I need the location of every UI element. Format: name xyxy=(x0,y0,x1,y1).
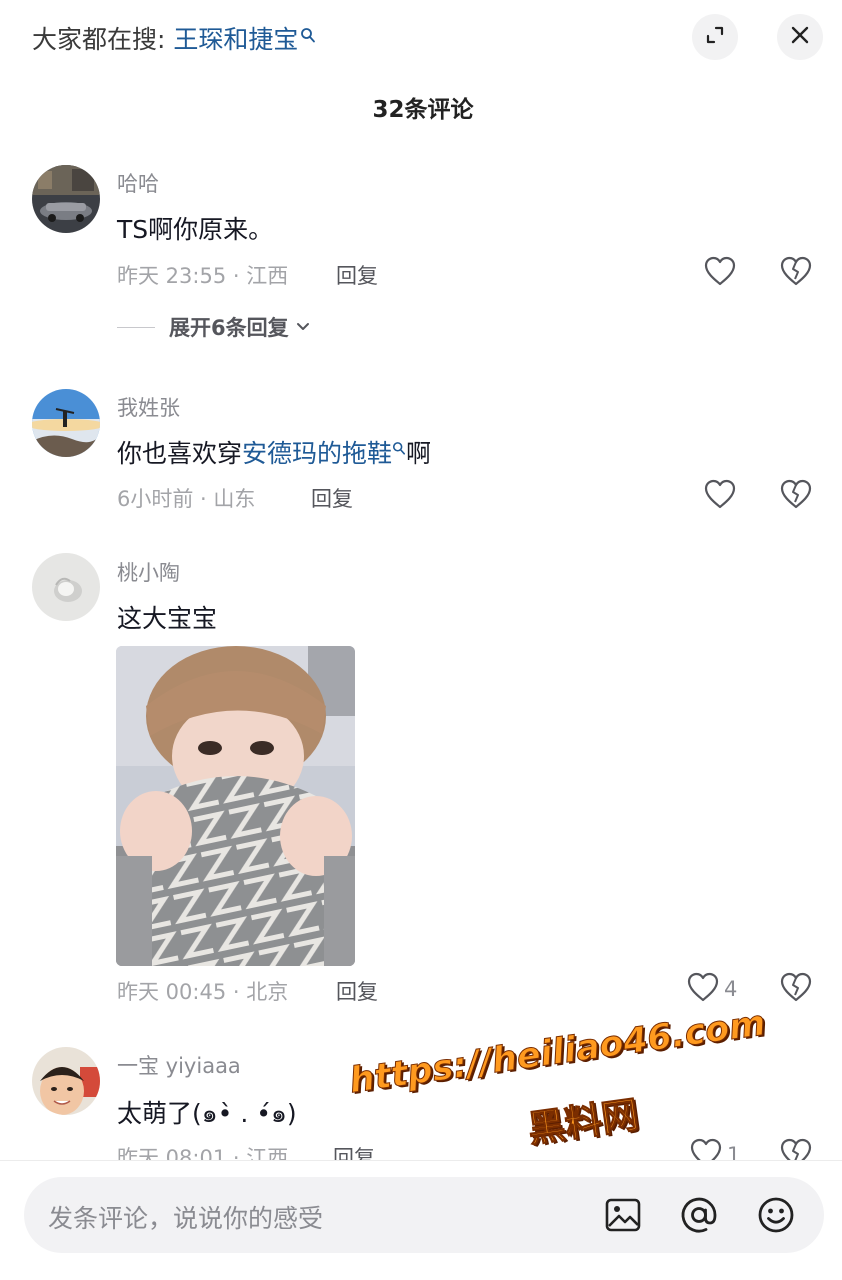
expand-replies-button[interactable]: 展开6条回复 xyxy=(117,312,311,342)
emoji-icon xyxy=(756,1197,796,1239)
comment-input-placeholder: 发条评论，说说你的感受 xyxy=(48,1204,324,1233)
comment-text: TS啊你原来。 xyxy=(117,215,274,244)
dislike-button[interactable] xyxy=(779,971,815,1007)
search-hint-keyword[interactable]: 王琛和捷宝 xyxy=(173,25,298,54)
comment-username[interactable]: 我姓张 xyxy=(117,392,180,422)
heart-icon xyxy=(703,255,737,291)
comment-username[interactable]: 一宝 yiyiaaa xyxy=(117,1050,241,1080)
comment-text: 你也喜欢穿安德玛的拖鞋啊 xyxy=(117,434,431,470)
comment-input-bar: 发条评论，说说你的感受 xyxy=(0,1160,842,1280)
comment-count-title: 32条评论 xyxy=(372,97,474,123)
like-button[interactable] xyxy=(703,255,743,291)
broken-heart-icon xyxy=(779,972,813,1007)
comment-input[interactable]: 发条评论，说说你的感受 xyxy=(24,1177,824,1253)
close-icon xyxy=(788,23,812,51)
avatar[interactable] xyxy=(32,1047,100,1115)
image-button[interactable] xyxy=(603,1195,643,1235)
avatar[interactable] xyxy=(32,389,100,457)
emoji-button[interactable] xyxy=(756,1195,796,1235)
expand-button[interactable] xyxy=(692,14,738,60)
search-keyword-link[interactable]: 安德玛的拖鞋 xyxy=(242,439,392,468)
comment-meta: 6小时前 · 山东 xyxy=(117,487,256,511)
watermark-url: https://heiliao46.com xyxy=(347,1003,769,1102)
expand-icon xyxy=(703,23,727,51)
close-button[interactable] xyxy=(777,14,823,60)
mention-button[interactable] xyxy=(679,1195,719,1235)
dislike-button[interactable] xyxy=(779,255,815,291)
like-button[interactable] xyxy=(703,478,743,514)
trending-search-hint[interactable]: 大家都在搜: 王琛和捷宝 xyxy=(32,20,316,56)
chevron-down-icon xyxy=(295,318,311,337)
dislike-button[interactable] xyxy=(779,478,815,514)
image-icon xyxy=(603,1198,643,1239)
comment-text-after: 啊 xyxy=(406,439,432,468)
comment-text-before: 你也喜欢穿 xyxy=(117,439,243,468)
comment-username[interactable]: 哈哈 xyxy=(117,168,159,198)
at-icon xyxy=(679,1197,719,1239)
divider xyxy=(117,326,155,328)
comment-meta: 昨天 23:55 · 江西 xyxy=(117,264,289,288)
watermark-name: 黑料网 xyxy=(525,1092,642,1152)
comment-panel-header: 大家都在搜: 王琛和捷宝 xyxy=(0,0,842,80)
comment-username[interactable]: 桃小陶 xyxy=(117,557,180,587)
reply-button[interactable]: 回复 xyxy=(336,976,378,1006)
broken-heart-icon xyxy=(779,479,813,514)
comment-text: 太萌了(๑•̀ . •́๑) xyxy=(117,1099,297,1128)
search-hint-prefix: 大家都在搜: xyxy=(32,25,174,54)
heart-icon xyxy=(703,478,737,514)
reply-button[interactable]: 回复 xyxy=(336,260,378,290)
avatar[interactable] xyxy=(32,165,100,233)
expand-replies-label: 展开6条回复 xyxy=(169,316,289,340)
comment-text: 这大宝宝 xyxy=(117,604,218,633)
reply-button[interactable]: 回复 xyxy=(311,483,353,513)
search-icon xyxy=(300,22,316,51)
comment-meta: 昨天 00:45 · 北京 xyxy=(117,980,289,1004)
search-icon xyxy=(392,434,406,463)
avatar[interactable] xyxy=(32,553,100,621)
broken-heart-icon xyxy=(779,256,813,291)
comment-image[interactable] xyxy=(116,646,355,966)
